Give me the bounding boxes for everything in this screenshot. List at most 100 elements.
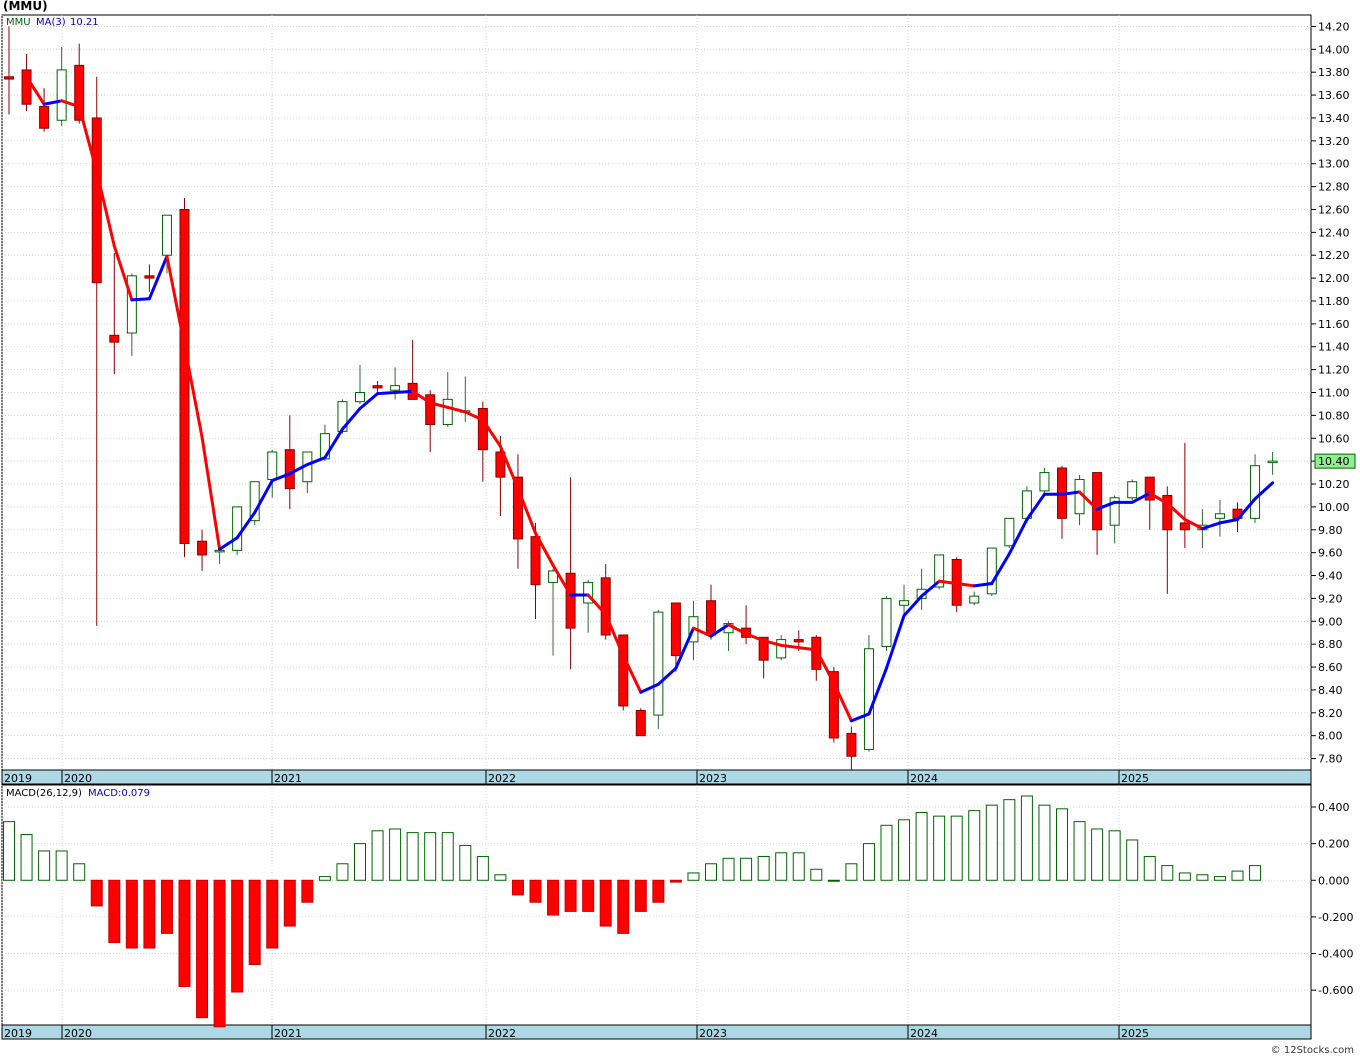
macd-bar-positive <box>705 863 717 881</box>
x-axis-label: 2020 <box>64 772 92 785</box>
candle-down <box>372 385 383 389</box>
macd-bar-positive <box>810 868 823 881</box>
candle-up <box>442 398 453 426</box>
macd-bar-positive <box>441 832 454 881</box>
candle-up <box>161 214 172 256</box>
x-axis-label: 2023 <box>699 1027 727 1040</box>
macd-bar-positive <box>827 879 840 882</box>
candle-down <box>179 208 190 544</box>
price-tick-label: 7.80 <box>1318 753 1343 766</box>
macd-bar-positive <box>1038 804 1051 881</box>
macd-bar-positive <box>1056 808 1068 881</box>
macd-bar-negative <box>283 879 296 927</box>
macd-bar-negative <box>547 879 560 916</box>
macd-bar-positive <box>1003 799 1016 881</box>
macd-bar-negative <box>564 879 577 912</box>
macd-bar-positive <box>459 844 472 881</box>
macd-bar-negative <box>231 879 244 993</box>
candle-up <box>653 611 664 716</box>
price-tick-label: 13.80 <box>1318 66 1350 79</box>
macd-bar-positive <box>1126 839 1139 881</box>
x-axis-label: 2020 <box>64 1027 92 1040</box>
macd-bar-positive <box>792 852 805 881</box>
macd-tick-label: 0.400 <box>1318 801 1350 814</box>
price-tick-label: 12.00 <box>1318 272 1350 285</box>
candle-down <box>600 577 611 636</box>
macd-bar-positive <box>1143 855 1156 881</box>
macd-bar-positive <box>371 830 384 881</box>
legend-macd-params: MACD(26,12,9) <box>6 788 82 799</box>
price-tick-label: 9.40 <box>1318 570 1343 583</box>
macd-bar-positive <box>336 863 349 881</box>
macd-tick-label: 0.000 <box>1318 874 1350 887</box>
macd-bar-positive <box>406 832 419 881</box>
candle-down <box>4 76 14 80</box>
macd-bar-positive <box>1249 865 1262 881</box>
price-tick-label: 12.20 <box>1318 249 1350 262</box>
macd-tick-label: -0.400 <box>1318 948 1353 961</box>
price-tick-label: 8.60 <box>1318 661 1343 674</box>
price-tick-label: 10.80 <box>1318 409 1350 422</box>
macd-bar-negative <box>160 879 173 934</box>
candle-down <box>670 602 681 657</box>
price-tick-label: 12.40 <box>1318 226 1350 239</box>
price-tick-label: 8.40 <box>1318 684 1343 697</box>
x-axis-label: 2021 <box>274 1027 302 1040</box>
candle-up <box>267 451 278 480</box>
macd-bar-positive <box>862 843 875 881</box>
macd-bar-negative <box>599 879 612 927</box>
candle-down <box>635 710 646 737</box>
macd-bar-positive <box>1196 874 1209 881</box>
macd-bar-negative <box>582 879 595 912</box>
macd-tick-label: -0.200 <box>1318 911 1353 924</box>
macd-bar-positive <box>1213 876 1226 881</box>
macd-bar-positive <box>20 833 33 881</box>
candle-down <box>197 540 208 556</box>
macd-bar-negative <box>90 879 103 907</box>
x-axis-label: 2022 <box>488 1027 516 1040</box>
x-axis-label: 2019 <box>4 1027 32 1040</box>
price-tick-label: 10.20 <box>1318 478 1350 491</box>
candle-up <box>1250 465 1261 519</box>
macd-bar-positive <box>1178 872 1191 881</box>
x-axis-label: 2021 <box>274 772 302 785</box>
candle-up <box>1267 460 1278 464</box>
candle-up <box>776 639 787 659</box>
macd-bar-negative <box>108 879 121 944</box>
macd-bar-positive <box>775 852 788 881</box>
macd-bar-positive <box>354 843 366 881</box>
x-axis-label: 2025 <box>1121 772 1149 785</box>
macd-bar-positive <box>389 828 402 881</box>
stock-chart: 14.20 14.00 13.80 13.60 13.40 13.20 13.00 12.80… <box>1 14 1356 1040</box>
macd-bar-positive <box>1161 865 1174 881</box>
legend-ma-label: MA(3) <box>36 17 66 28</box>
candle-down <box>846 732 857 757</box>
macd-bar-positive <box>722 857 735 881</box>
macd-bar-positive <box>73 863 86 881</box>
macd-bar-negative <box>301 879 314 903</box>
price-tick-label: 11.00 <box>1318 387 1350 400</box>
candle-down <box>706 600 716 636</box>
candle-down <box>39 106 50 129</box>
macd-bar-positive <box>915 811 928 881</box>
macd-bar-positive <box>38 850 51 881</box>
macd-tick-label: -0.600 <box>1318 984 1353 997</box>
candle-down <box>477 408 488 451</box>
macd-bar-negative <box>617 879 630 934</box>
macd-bar-positive <box>880 824 893 881</box>
price-tick-label: 8.00 <box>1318 730 1343 743</box>
legend-symbol: MMU <box>6 17 31 28</box>
x-axis-label: 2025 <box>1121 1027 1149 1040</box>
price-tick-label: 9.80 <box>1318 524 1343 537</box>
price-tick-label: 11.20 <box>1318 364 1350 377</box>
macd-bar-positive <box>898 819 911 881</box>
macd-bar-negative <box>213 879 226 1028</box>
price-tick-label: 9.60 <box>1318 547 1343 560</box>
price-tick-label: 12.80 <box>1318 181 1350 194</box>
ma3-segment <box>393 389 415 394</box>
macd-bar-positive <box>476 855 489 881</box>
candle-down <box>91 117 102 284</box>
macd-bar-positive <box>950 815 963 881</box>
price-tick-label: 14.00 <box>1318 43 1350 56</box>
price-tick-label: 11.60 <box>1318 318 1350 331</box>
